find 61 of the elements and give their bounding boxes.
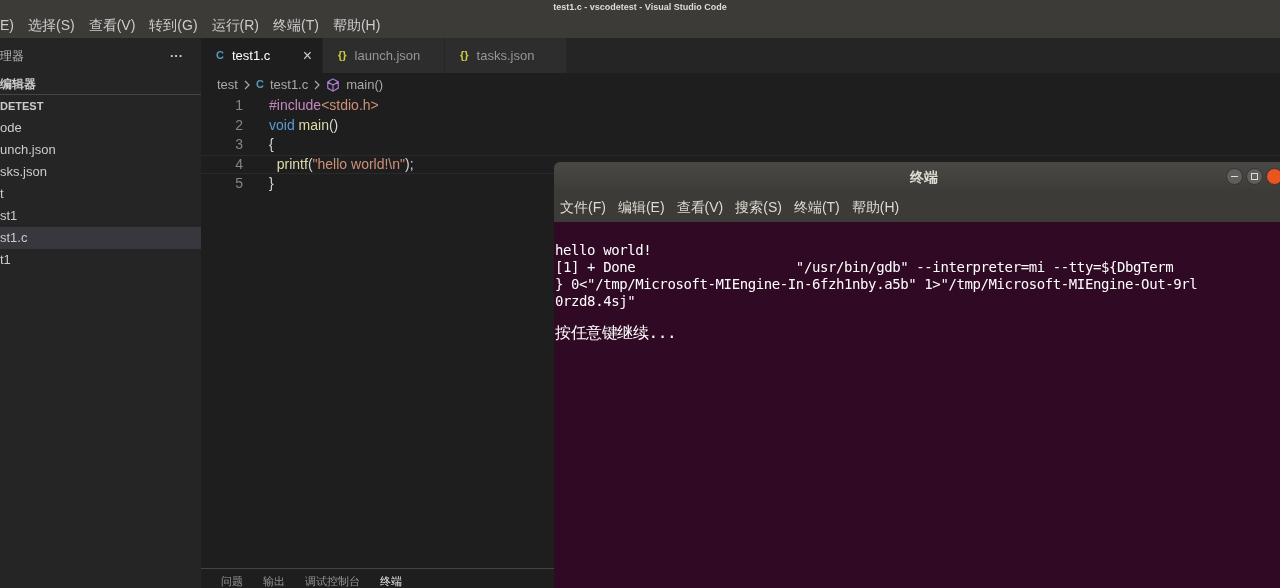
file-item[interactable]: st1.c	[0, 227, 201, 249]
menu-item[interactable]: E)	[0, 14, 14, 36]
menu-item[interactable]: 选择(S)	[28, 14, 75, 36]
breadcrumb-item[interactable]: main()	[346, 74, 384, 95]
menu-item[interactable]: 转到(G)	[149, 14, 198, 36]
editor-tab[interactable]: {} launch.json	[323, 38, 445, 73]
c-file-icon: C	[255, 76, 264, 93]
line-number: 4	[234, 154, 243, 174]
close-icon[interactable]: ×	[302, 43, 312, 68]
file-item[interactable]: t1	[0, 249, 201, 271]
more-icon[interactable]: ···	[170, 45, 183, 66]
breadcrumb-item[interactable]: test1.c	[269, 74, 309, 95]
line-number: 5	[234, 174, 243, 194]
code-line: void main()	[269, 115, 339, 135]
braces-icon: {}	[338, 47, 347, 64]
menu-item[interactable]: 终端(T)	[273, 14, 319, 36]
chevron-icon	[314, 79, 321, 90]
line-number: 2	[234, 115, 243, 135]
window-title: test1.c - vscodetest - Visual Studio Code	[553, 2, 727, 12]
minimize-button[interactable]	[1226, 168, 1243, 185]
terminal-line: } 0<"/tmp/Microsoft-MIEngine-In-6fzh1nby.a5b" 1>"/tmp/Microsoft-MIEngine-Out-9rl	[555, 276, 1199, 293]
chevron-icon	[243, 79, 250, 90]
breadcrumb-item[interactable]: test	[217, 74, 238, 95]
terminal-line: 按任意键继续...	[555, 324, 678, 341]
menu-item[interactable]: 文件(F)	[560, 196, 606, 218]
menu-item[interactable]: 查看(V)	[88, 14, 136, 36]
code-line: }	[269, 174, 274, 194]
menu-item[interactable]: 帮助(H)	[851, 196, 900, 218]
file-item[interactable]: st1	[0, 205, 201, 227]
panel-tab[interactable]: 调试控制台	[305, 574, 360, 588]
c-file-icon: C	[216, 47, 224, 64]
code-line: printf("hello world!\n");	[275, 154, 414, 174]
editor-tab[interactable]: C test1.c ×	[201, 38, 323, 73]
menu-item[interactable]: 运行(R)	[211, 14, 259, 36]
file-item[interactable]: ode	[0, 117, 201, 139]
panel-tab[interactable]: 输出	[263, 574, 285, 588]
line-number: 3	[234, 135, 243, 155]
menu-item[interactable]: 编辑(E)	[617, 196, 665, 218]
sidebar-title: 理器	[0, 47, 24, 65]
file-item[interactable]: unch.json	[0, 139, 201, 161]
maximize-button[interactable]	[1246, 168, 1263, 185]
braces-icon: {}	[460, 47, 469, 64]
line-number: 1	[234, 96, 243, 116]
menu-item[interactable]: 帮助(H)	[332, 14, 381, 36]
cube-icon	[326, 77, 341, 92]
menu-item[interactable]: 搜索(S)	[735, 196, 782, 218]
terminal-line: 0rzd8.4sj"	[555, 293, 637, 310]
code-line: {	[269, 135, 274, 155]
panel-tab[interactable]: 终端	[380, 574, 402, 588]
folder-header[interactable]: DETEST	[0, 97, 44, 115]
panel-tab[interactable]: 问题	[221, 574, 243, 588]
terminal-line: [1] + Done "/usr/bin/gdb" --interpreter=mi --tty=${DbgTerm	[555, 259, 1175, 276]
terminal-title: 终端	[910, 167, 938, 187]
menu-item[interactable]: 终端(T)	[793, 196, 840, 218]
file-item[interactable]: sks.json	[0, 161, 201, 183]
terminal-line: hello world!	[555, 242, 653, 259]
editor-tab[interactable]: {} tasks.json	[445, 38, 567, 73]
code-line: #include<stdio.h>	[269, 96, 379, 116]
section-header[interactable]: 编辑器	[0, 74, 36, 93]
menu-item[interactable]: 查看(V)	[676, 196, 724, 218]
file-item[interactable]: t	[0, 183, 201, 205]
